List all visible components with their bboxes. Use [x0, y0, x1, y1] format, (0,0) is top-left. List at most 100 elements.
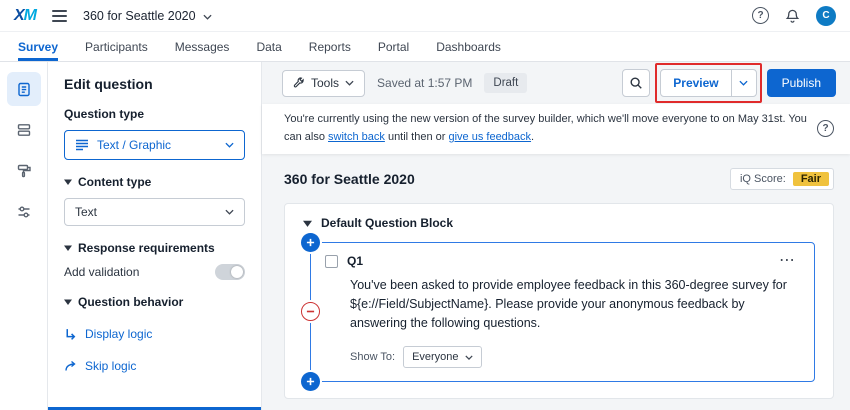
switch-back-link[interactable]: switch back	[328, 131, 385, 143]
notice-help-icon[interactable]: ?	[817, 120, 834, 137]
search-button[interactable]	[622, 69, 650, 97]
chevron-down-icon	[203, 9, 212, 23]
search-icon	[629, 76, 643, 90]
wrench-icon	[293, 77, 305, 89]
qualtrics-survey-builder: XM 360 for Seattle 2020 ? C Survey Parti…	[0, 0, 850, 410]
tab-participants[interactable]: Participants	[85, 32, 148, 61]
display-logic-link[interactable]: Display logic	[64, 327, 245, 341]
notice-text-middle: until then or	[385, 131, 449, 143]
builder-icon-strip	[0, 62, 48, 410]
notice-text-after: .	[531, 131, 534, 143]
question-type-label: Question type	[64, 107, 245, 121]
user-avatar[interactable]: C	[816, 6, 836, 26]
give-feedback-link[interactable]: give us feedback	[448, 131, 531, 143]
skip-logic-label: Skip logic	[85, 359, 136, 373]
display-logic-icon	[64, 328, 77, 341]
logo-x: X	[14, 7, 24, 24]
chevron-down-icon	[225, 209, 234, 215]
iq-score-badge: iQ Score: Fair	[730, 168, 834, 190]
survey-title-row: 360 for Seattle 2020 iQ Score: Fair	[284, 168, 834, 190]
notifications-bell-icon[interactable]	[785, 8, 800, 24]
skip-logic-link[interactable]: Skip logic	[64, 359, 245, 373]
tab-reports[interactable]: Reports	[309, 32, 351, 61]
add-question-below-button[interactable]	[301, 372, 320, 391]
skip-logic-icon	[64, 360, 77, 372]
tab-survey[interactable]: Survey	[18, 32, 58, 61]
add-validation-toggle[interactable]	[215, 264, 245, 280]
preview-dropdown-caret[interactable]	[732, 70, 756, 96]
survey-flow-icon[interactable]	[7, 113, 41, 147]
content-type-label: Content type	[78, 175, 151, 189]
survey-switcher-label: 360 for Seattle 2020	[83, 9, 196, 23]
main-area: Tools Saved at 1:57 PM Draft Preview	[262, 62, 850, 410]
new-builder-notice-banner: You're currently using the new version o…	[262, 104, 850, 154]
help-icon[interactable]: ?	[752, 7, 769, 24]
question-behavior-section-header[interactable]: Question behavior	[64, 295, 245, 309]
survey-builder-icon[interactable]	[7, 72, 41, 106]
survey-switcher[interactable]: 360 for Seattle 2020	[83, 9, 212, 23]
help-glyph: ?	[757, 10, 763, 21]
iq-score-value: Fair	[793, 172, 829, 186]
chevron-down-icon	[225, 142, 234, 148]
preview-button[interactable]: Preview	[661, 70, 731, 96]
remove-question-button[interactable]	[301, 302, 320, 321]
question-behavior-label: Question behavior	[78, 295, 183, 309]
top-bar: XM 360 for Seattle 2020 ? C	[0, 0, 850, 32]
collapse-triangle-icon	[64, 179, 72, 185]
builder-toolbar: Tools Saved at 1:57 PM Draft Preview	[262, 62, 850, 104]
block-collapse-icon[interactable]	[303, 220, 312, 227]
body-row: Edit question Question type Text / Graph…	[0, 62, 850, 410]
question-q1-card[interactable]: Q1 ⋯ You've been asked to provide employ…	[310, 242, 815, 382]
response-requirements-label: Response requirements	[78, 241, 215, 255]
toolbar-right-actions: Preview Publish	[622, 69, 836, 97]
chevron-down-icon	[345, 80, 354, 86]
notice-text: You're currently using the new version o…	[284, 111, 807, 146]
show-to-select[interactable]: Everyone	[403, 346, 481, 368]
tab-data[interactable]: Data	[256, 32, 281, 61]
preview-split-button: Preview	[660, 69, 756, 97]
survey-title: 360 for Seattle 2020	[284, 171, 415, 187]
chevron-down-icon	[465, 355, 473, 360]
display-logic-label: Display logic	[85, 327, 152, 341]
collapse-triangle-icon	[64, 245, 72, 251]
content-type-section-header[interactable]: Content type	[64, 175, 245, 189]
add-validation-label: Add validation	[64, 265, 139, 279]
tools-button[interactable]: Tools	[282, 70, 365, 97]
publish-button[interactable]: Publish	[767, 69, 836, 97]
tab-dashboards[interactable]: Dashboards	[436, 32, 501, 61]
question-text[interactable]: You've been asked to provide employee fe…	[350, 276, 800, 332]
content-type-select[interactable]: Text	[64, 198, 245, 226]
panel-title: Edit question	[64, 76, 245, 92]
tab-messages[interactable]: Messages	[175, 32, 230, 61]
question-id: Q1	[347, 254, 363, 268]
add-question-above-button[interactable]	[301, 233, 320, 252]
look-and-feel-icon[interactable]	[7, 154, 41, 188]
question-select-checkbox[interactable]	[325, 255, 338, 268]
response-requirements-section-header[interactable]: Response requirements	[64, 241, 245, 255]
xm-logo: XM	[14, 7, 36, 25]
tab-portal[interactable]: Portal	[378, 32, 409, 61]
show-to-row: Show To: Everyone	[350, 346, 800, 368]
edit-question-panel: Edit question Question type Text / Graph…	[48, 62, 262, 410]
text-graphic-icon	[75, 139, 89, 151]
content-type-value: Text	[75, 205, 97, 219]
collapse-triangle-icon	[64, 299, 72, 305]
question-options-menu-icon[interactable]: ⋯	[775, 256, 800, 266]
add-validation-row: Add validation	[64, 264, 245, 280]
question-header: Q1 ⋯	[325, 254, 800, 268]
preview-label: Preview	[673, 76, 718, 90]
save-status-text: Saved at 1:57 PM	[377, 76, 472, 90]
project-nav-tabs: Survey Participants Messages Data Report…	[0, 32, 850, 62]
avatar-initial: C	[822, 10, 829, 21]
survey-canvas: 360 for Seattle 2020 iQ Score: Fair Defa…	[262, 154, 850, 410]
question-type-select[interactable]: Text / Graphic	[64, 130, 245, 160]
show-to-label: Show To:	[350, 351, 395, 363]
survey-options-icon[interactable]	[7, 195, 41, 229]
question-type-label-text: Question type	[64, 107, 144, 121]
question-type-value: Text / Graphic	[97, 138, 171, 152]
topbar-actions: ? C	[752, 6, 836, 26]
logo-m: M	[24, 7, 36, 24]
block-header: Default Question Block	[303, 216, 819, 230]
hamburger-menu-icon[interactable]	[50, 7, 69, 25]
preview-button-group: Preview	[660, 69, 756, 97]
